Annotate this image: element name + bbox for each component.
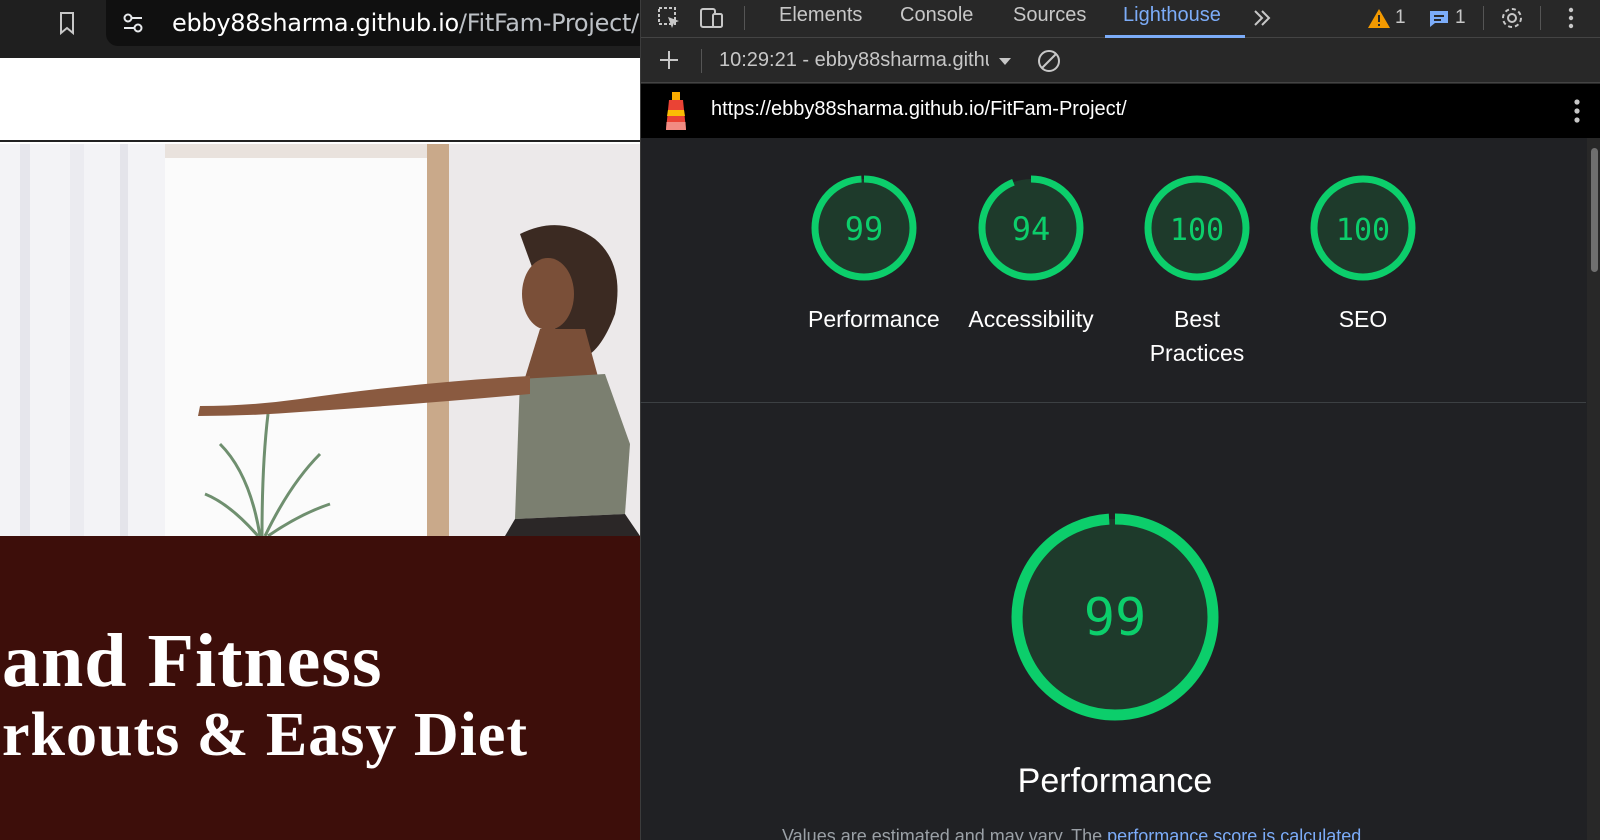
- gauge-label: Best Practices: [1149, 306, 1245, 366]
- hero-image: [0, 144, 640, 536]
- devtools-tabbar: Elements Console Sources Lighthouse 1 1: [641, 0, 1600, 38]
- inspect-element-icon[interactable]: [655, 4, 683, 32]
- tab-sources[interactable]: Sources: [1013, 4, 1086, 27]
- category-gauge-performance[interactable]: 99 Performance: [808, 172, 940, 336]
- main-gauge-label: Performance: [1017, 762, 1213, 800]
- category-gauge-best-practices[interactable]: 100 Best Practices: [1141, 172, 1253, 370]
- clear-all-icon[interactable]: [1035, 47, 1063, 75]
- gear-icon[interactable]: [1498, 4, 1526, 32]
- gauge-label: SEO: [1338, 306, 1388, 332]
- lighthouse-logo-icon: [666, 92, 686, 130]
- url-path: /FitFam-Project/: [458, 9, 639, 37]
- lighthouse-url-bar: https://ebby88sharma.github.io/FitFam-Pr…: [641, 84, 1600, 138]
- gauge-label: Performance: [808, 306, 940, 332]
- browser-page: ebby88sharma.github.io/FitFam-Project/ a…: [0, 0, 640, 840]
- address-bar[interactable]: ebby88sharma.github.io/FitFam-Project/: [106, 0, 640, 46]
- warning-icon[interactable]: [1365, 4, 1393, 32]
- toolbar-separator: [701, 49, 702, 73]
- gauge-label: Accessibility: [968, 306, 1094, 332]
- lighthouse-toolbar: 10:29:21 - ebby88sharma.githu: [641, 39, 1600, 83]
- lighthouse-report-url[interactable]: https://ebby88sharma.github.io/FitFam-Pr…: [711, 98, 1127, 121]
- main-gauge-score: 99: [1084, 588, 1147, 648]
- scrollbar-thumb[interactable]: [1591, 148, 1598, 272]
- warning-count[interactable]: 1: [1395, 7, 1406, 29]
- report-menu-icon[interactable]: [1567, 96, 1587, 126]
- gauge-score: 99: [845, 210, 884, 248]
- performance-score-link[interactable]: performance score is calculated: [1107, 826, 1361, 840]
- gauge-score: 94: [1012, 210, 1051, 248]
- score-ring: 94: [978, 175, 1084, 281]
- messages-icon[interactable]: [1425, 4, 1453, 32]
- kebab-menu-icon[interactable]: [1557, 4, 1585, 32]
- tabbar-separator: [1540, 6, 1541, 30]
- score-ring: 99: [811, 175, 917, 281]
- screenshot-root: ebby88sharma.github.io/FitFam-Project/ a…: [0, 0, 1600, 840]
- score-ring: 100: [1144, 175, 1250, 281]
- category-gauge-seo[interactable]: 100 SEO: [1307, 172, 1419, 336]
- tab-console[interactable]: Console: [900, 4, 973, 27]
- report-selector[interactable]: 10:29:21 - ebby88sharma.githu: [719, 49, 989, 72]
- hero-photo-illustration: [0, 144, 640, 536]
- site-settings-icon[interactable]: [120, 10, 146, 36]
- tab-lighthouse[interactable]: Lighthouse: [1123, 4, 1221, 27]
- banner-subtitle: rkouts & Easy Diet: [2, 701, 529, 769]
- tabbar-separator: [1483, 6, 1484, 30]
- tabbar-separator: [744, 6, 745, 30]
- values-note-text: Values are estimated and may vary. The: [782, 826, 1108, 840]
- gauge-score: 100: [1170, 213, 1224, 248]
- score-ring: 100: [1310, 175, 1416, 281]
- bookmark-icon[interactable]: [54, 10, 80, 36]
- url-host: ebby88sharma.github.io: [172, 9, 459, 37]
- main-performance-gauge[interactable]: 99: [1010, 512, 1220, 722]
- active-tab-indicator: [1105, 35, 1245, 38]
- address-bar-url: ebby88sharma.github.io/FitFam-Project/: [172, 9, 639, 37]
- hero-banner: and Fitness rkouts & Easy Diet: [0, 536, 640, 840]
- category-gauge-accessibility[interactable]: 94 Accessibility: [968, 172, 1094, 336]
- gauge-score: 100: [1336, 213, 1390, 248]
- more-tabs-icon[interactable]: [1249, 4, 1277, 32]
- banner-title: and Fitness: [2, 619, 383, 703]
- lighthouse-report-body: [641, 138, 1587, 840]
- chevron-down-icon[interactable]: [991, 47, 1019, 75]
- device-toolbar-icon[interactable]: [697, 4, 725, 32]
- values-note: Values are estimated and may vary. The p…: [782, 826, 1361, 840]
- message-count[interactable]: 1: [1455, 7, 1466, 29]
- section-divider: [640, 402, 1586, 403]
- site-header: [0, 58, 640, 142]
- tab-elements[interactable]: Elements: [779, 4, 862, 27]
- browser-toolbar: ebby88sharma.github.io/FitFam-Project/: [0, 0, 640, 58]
- new-report-icon[interactable]: [655, 46, 683, 74]
